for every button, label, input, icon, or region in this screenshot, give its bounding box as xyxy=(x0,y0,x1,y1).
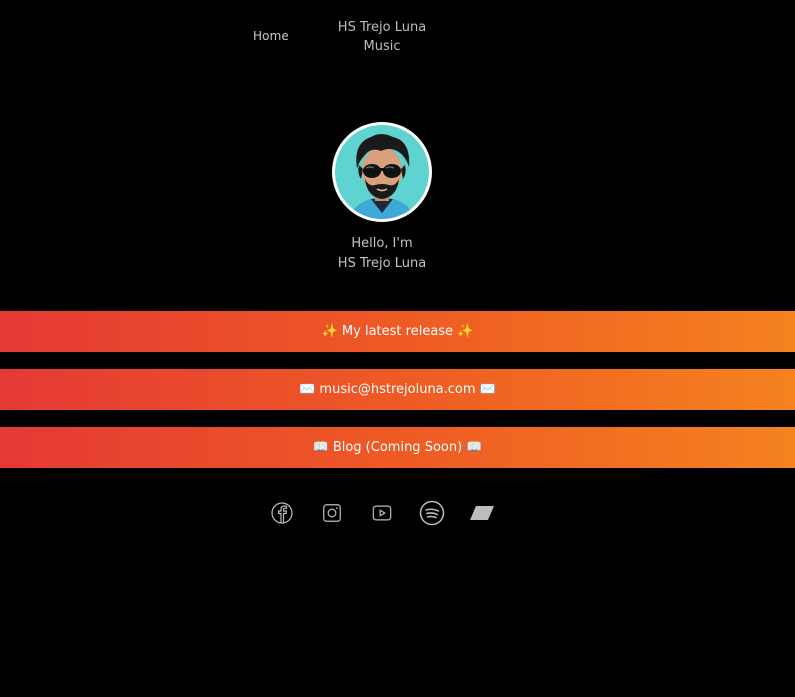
avatar xyxy=(332,122,432,222)
social-links xyxy=(269,500,495,528)
avatar-illustration xyxy=(335,125,429,219)
greeting-line-1: Hello, I'm xyxy=(351,236,413,251)
greeting: Hello, I'm HS Trejo Luna xyxy=(282,234,482,274)
site-title: HS Trejo Luna Music xyxy=(337,20,427,54)
email-link[interactable]: ✉️ music@hstrejoluna.com ✉️ xyxy=(0,369,795,410)
nav-home-link[interactable]: Home xyxy=(253,29,289,43)
blog-link[interactable]: 📖 Blog (Coming Soon) 📖 xyxy=(0,427,795,468)
facebook-icon[interactable] xyxy=(269,500,295,526)
youtube-icon[interactable] xyxy=(369,500,395,526)
spotify-icon[interactable] xyxy=(419,500,445,526)
greeting-name: HS Trejo Luna xyxy=(337,256,427,271)
instagram-icon[interactable] xyxy=(319,500,345,526)
top-navigation: Home HS Trejo Luna Music xyxy=(0,0,795,80)
bandcamp-icon[interactable] xyxy=(469,500,495,526)
latest-release-link[interactable]: ✨ My latest release ✨ xyxy=(0,311,795,352)
